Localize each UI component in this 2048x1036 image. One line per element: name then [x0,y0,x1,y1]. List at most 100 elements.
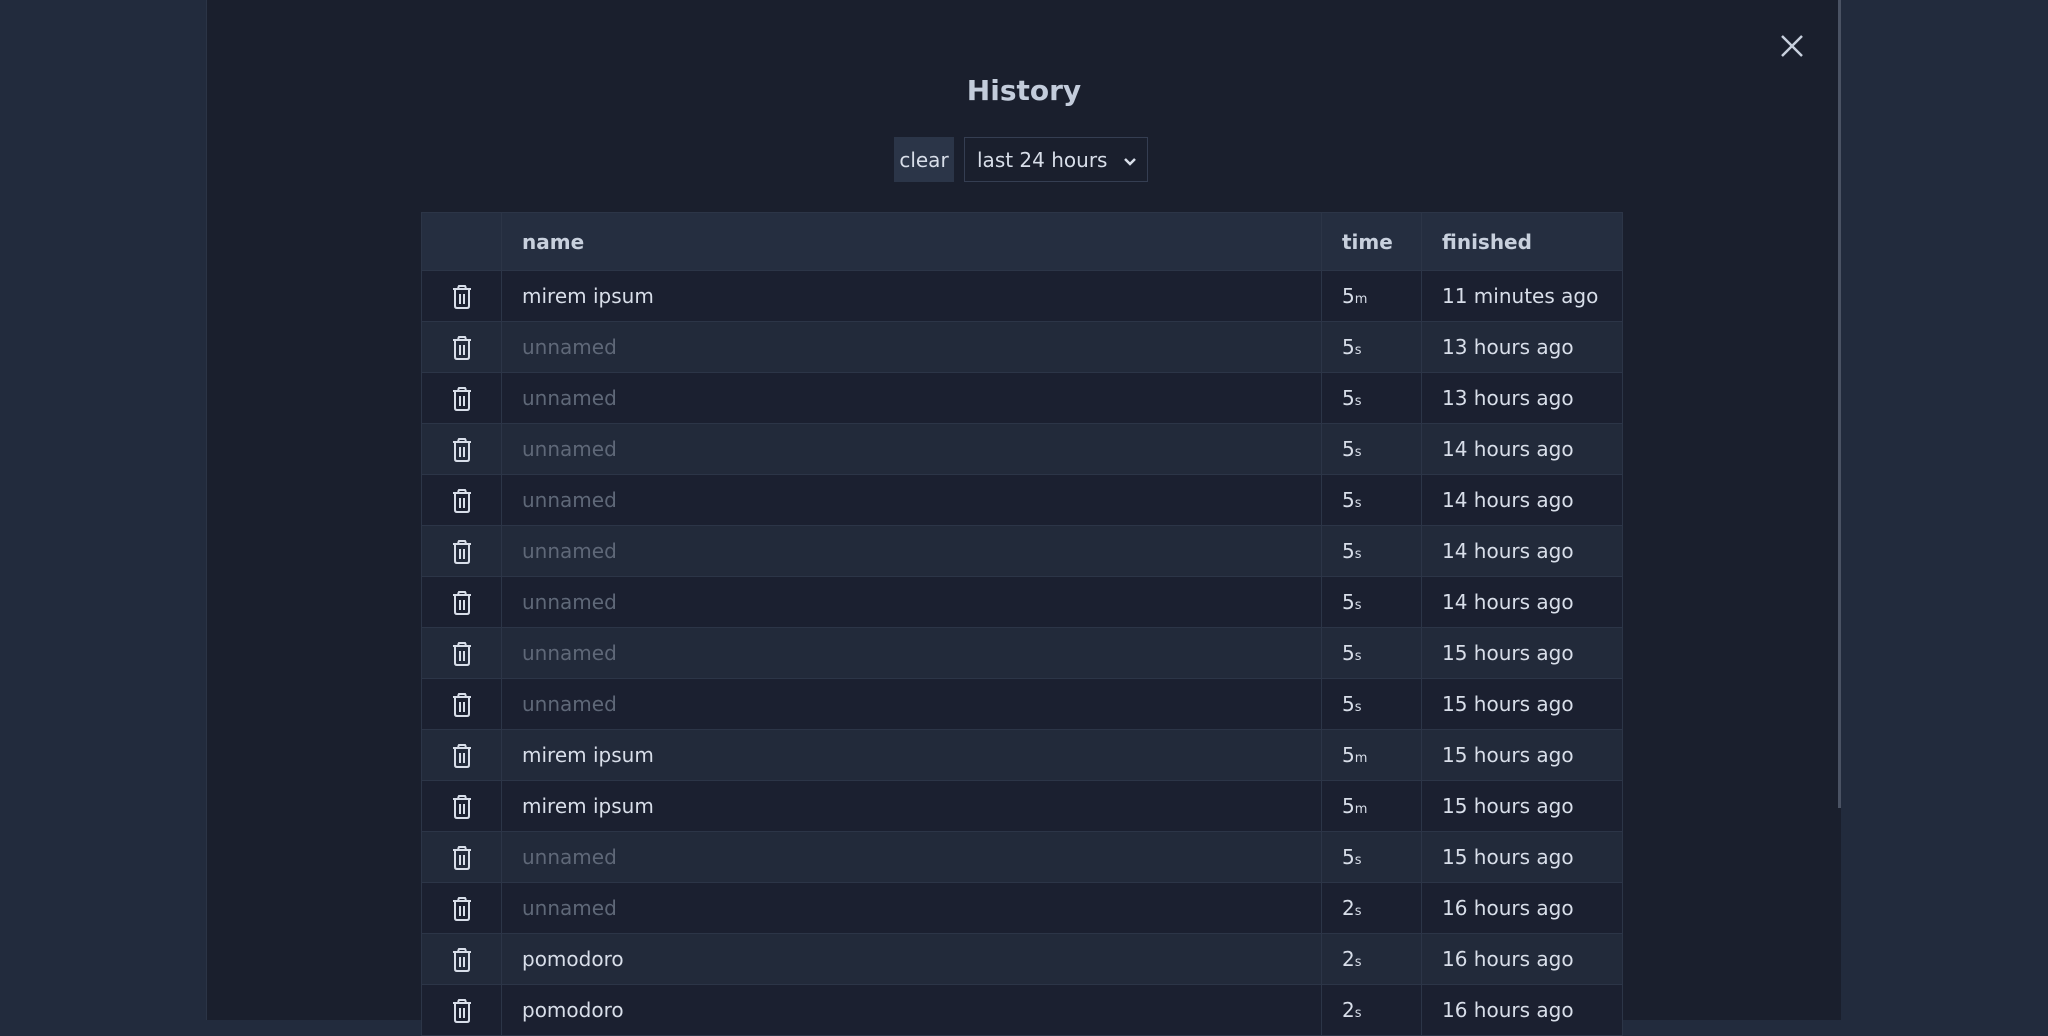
row-time: 5s [1321,678,1422,730]
trash-icon [452,335,471,360]
table-row: unnamed 5s 14 hours ago [421,474,1623,526]
time-unit: s [1354,394,1362,409]
row-name[interactable]: mirem ipsum [501,270,1322,322]
row-name[interactable]: pomodoro [501,984,1322,1036]
row-name[interactable]: unnamed [501,474,1322,526]
row-name[interactable]: unnamed [501,831,1322,883]
delete-button[interactable] [451,742,473,768]
row-name[interactable]: unnamed [501,321,1322,373]
delete-button[interactable] [451,691,473,717]
delete-cell [421,780,502,832]
time-unit: s [1354,445,1362,460]
row-time: 5s [1321,423,1422,475]
row-time: 2s [1321,984,1422,1036]
header-finished[interactable]: finished [1421,212,1623,271]
delete-button[interactable] [451,997,473,1023]
row-name[interactable]: mirem ipsum [501,729,1322,781]
row-name[interactable]: unnamed [501,678,1322,730]
header-time[interactable]: time [1321,212,1422,271]
close-button[interactable] [1776,30,1808,62]
row-name[interactable]: pomodoro [501,933,1322,985]
time-value: 5 [1342,335,1355,359]
time-value: 2 [1342,998,1355,1022]
time-unit: s [1354,343,1362,358]
time-value: 5 [1342,794,1355,818]
time-unit: s [1354,700,1362,715]
backdrop-left[interactable] [0,0,206,1020]
delete-button[interactable] [451,538,473,564]
delete-cell [421,984,502,1036]
delete-button[interactable] [451,283,473,309]
delete-cell [421,321,502,373]
time-value: 2 [1342,896,1355,920]
time-value: 2 [1342,947,1355,971]
modal-scrollbar[interactable] [1838,0,1841,808]
time-value: 5 [1342,488,1355,512]
trash-icon [452,488,471,513]
row-finished: 13 hours ago [1421,372,1623,424]
delete-cell [421,831,502,883]
row-finished: 16 hours ago [1421,933,1623,985]
table-row: pomodoro 2s 16 hours ago [421,984,1623,1036]
time-range-value: last 24 hours [977,147,1108,172]
row-time: 5s [1321,321,1422,373]
time-unit: s [1354,955,1362,970]
header-name[interactable]: name [501,212,1322,271]
clear-button[interactable]: clear [894,137,954,182]
row-finished: 14 hours ago [1421,474,1623,526]
delete-button[interactable] [451,946,473,972]
trash-icon [452,845,471,870]
time-unit: s [1354,547,1362,562]
row-name[interactable]: mirem ipsum [501,780,1322,832]
time-unit: m [1354,292,1368,307]
time-unit: m [1354,802,1368,817]
time-range-select[interactable]: last 24 hours [964,137,1148,182]
delete-cell [421,627,502,679]
delete-button[interactable] [451,436,473,462]
table-row: mirem ipsum 5m 15 hours ago [421,729,1623,781]
delete-button[interactable] [451,589,473,615]
row-time: 2s [1321,933,1422,985]
trash-icon [452,794,471,819]
delete-button[interactable] [451,487,473,513]
row-name[interactable]: unnamed [501,525,1322,577]
delete-cell [421,678,502,730]
delete-button[interactable] [451,385,473,411]
row-time: 5s [1321,525,1422,577]
row-name[interactable]: unnamed [501,882,1322,934]
row-finished: 15 hours ago [1421,678,1623,730]
table-row: mirem ipsum 5m 11 minutes ago [421,270,1623,322]
row-finished: 14 hours ago [1421,423,1623,475]
time-value: 5 [1342,284,1355,308]
delete-button[interactable] [451,640,473,666]
row-time: 5m [1321,270,1422,322]
table-row: unnamed 2s 16 hours ago [421,882,1623,934]
delete-button[interactable] [451,895,473,921]
delete-button[interactable] [451,793,473,819]
time-value: 5 [1342,641,1355,665]
row-finished: 11 minutes ago [1421,270,1623,322]
row-name[interactable]: unnamed [501,372,1322,424]
time-value: 5 [1342,692,1355,716]
time-value: 5 [1342,386,1355,410]
trash-icon [452,284,471,309]
delete-button[interactable] [451,334,473,360]
delete-cell [421,882,502,934]
table-row: unnamed 5s 14 hours ago [421,423,1623,475]
trash-icon [452,437,471,462]
trash-icon [452,692,471,717]
row-name[interactable]: unnamed [501,627,1322,679]
row-name[interactable]: unnamed [501,576,1322,628]
delete-cell [421,933,502,985]
time-unit: s [1354,649,1362,664]
delete-cell [421,372,502,424]
backdrop-right[interactable] [1840,0,2048,1020]
row-time: 2s [1321,882,1422,934]
delete-cell [421,474,502,526]
row-name[interactable]: unnamed [501,423,1322,475]
row-finished: 15 hours ago [1421,831,1623,883]
modal-title: History [966,74,1082,107]
delete-button[interactable] [451,844,473,870]
row-finished: 15 hours ago [1421,729,1623,781]
trash-icon [452,590,471,615]
